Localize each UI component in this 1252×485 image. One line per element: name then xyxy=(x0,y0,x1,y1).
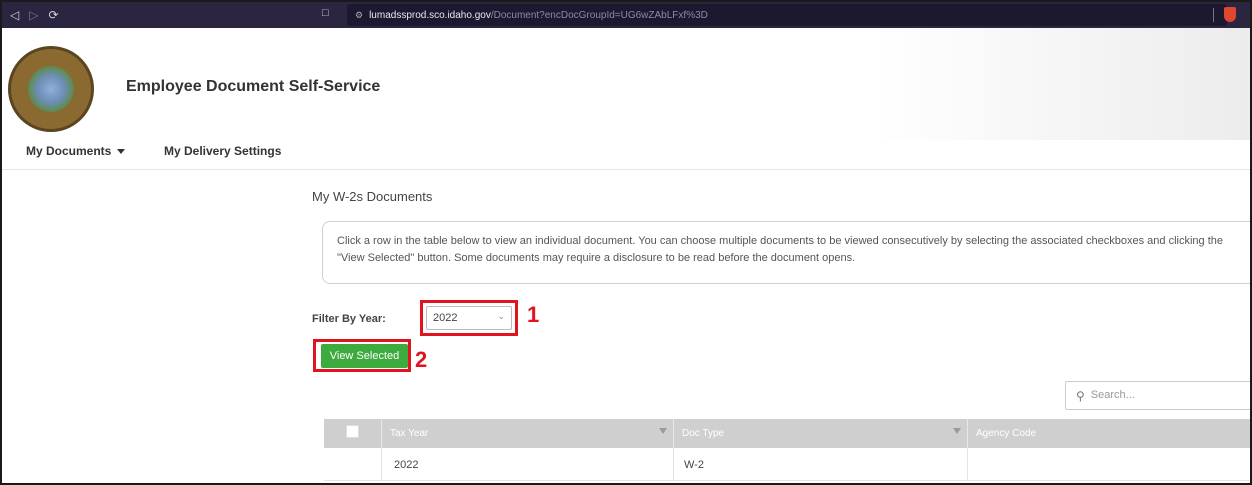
column-header-tax-year[interactable]: Tax Year xyxy=(382,419,674,448)
table-row[interactable]: 2022 W-2 xyxy=(324,448,1250,481)
select-all-checkbox[interactable] xyxy=(346,425,359,438)
caret-down-icon xyxy=(117,149,126,155)
column-header-agency-code[interactable]: Agency Code xyxy=(968,419,1250,448)
url-path: /Document?encDocGroupId=UG6wZAbLFxf%3D xyxy=(490,9,708,21)
screenshot-frame: ◁ ▷ ⟳ □ ⚙ lumadssprod.sco.idaho.gov /Doc… xyxy=(0,0,1252,485)
nav-my-delivery-settings[interactable]: My Delivery Settings xyxy=(164,144,281,158)
cell-tax-year: 2022 xyxy=(382,448,674,480)
search-icon: ⚲ xyxy=(1076,389,1085,403)
highlight-box-step-2 xyxy=(313,339,411,372)
step-2-label: 2 xyxy=(415,347,428,372)
back-icon[interactable]: ◁ xyxy=(10,9,19,21)
search-placeholder: Search... xyxy=(1090,389,1135,401)
filter-icon[interactable] xyxy=(953,428,961,434)
table-header: Tax Year Doc Type Agency Code xyxy=(324,419,1250,448)
row-select-cell[interactable] xyxy=(324,448,382,480)
main-nav: My Documents My Delivery Settings xyxy=(2,140,1250,170)
toolbar-divider xyxy=(1213,8,1214,22)
site-title: Employee Document Self-Service xyxy=(126,78,381,95)
reload-icon[interactable]: ⟳ xyxy=(48,9,58,21)
idaho-state-seal-logo xyxy=(8,46,94,132)
browser-toolbar: ◁ ▷ ⟳ □ ⚙ lumadssprod.sco.idaho.gov /Doc… xyxy=(2,2,1250,28)
column-header-doc-type[interactable]: Doc Type xyxy=(674,419,968,448)
browser-nav-buttons: ◁ ▷ ⟳ xyxy=(2,9,302,21)
filter-by-year-label: Filter By Year: xyxy=(312,313,386,325)
address-bar[interactable]: ⚙ lumadssprod.sco.idaho.gov /Document?en… xyxy=(347,4,1227,26)
cell-doc-type: W-2 xyxy=(674,448,968,480)
header-select-all xyxy=(324,419,382,448)
cell-agency-code xyxy=(968,448,1250,480)
column-label-agency-code: Agency Code xyxy=(976,428,1037,439)
brave-shield-icon[interactable] xyxy=(1224,7,1236,22)
site-header: Employee Document Self-Service xyxy=(2,28,1250,140)
forward-icon[interactable]: ▷ xyxy=(29,9,38,21)
search-input[interactable]: ⚲ Search... xyxy=(1065,381,1250,410)
seal-emblem xyxy=(28,66,74,112)
filter-icon[interactable] xyxy=(659,428,667,434)
info-message: Click a row in the table below to view a… xyxy=(322,221,1250,284)
bookmark-icon[interactable]: □ xyxy=(322,7,329,19)
column-label-tax-year: Tax Year xyxy=(390,428,429,439)
nav-my-documents[interactable]: My Documents xyxy=(26,144,126,158)
url-host: lumadssprod.sco.idaho.gov xyxy=(369,9,491,21)
step-1-label: 1 xyxy=(527,302,540,327)
site-info-icon[interactable]: ⚙ xyxy=(355,10,363,21)
nav-my-documents-label: My Documents xyxy=(26,144,112,158)
page-heading: My W-2s Documents xyxy=(312,189,433,204)
highlight-box-step-1 xyxy=(420,300,518,336)
column-label-doc-type: Doc Type xyxy=(682,428,725,439)
